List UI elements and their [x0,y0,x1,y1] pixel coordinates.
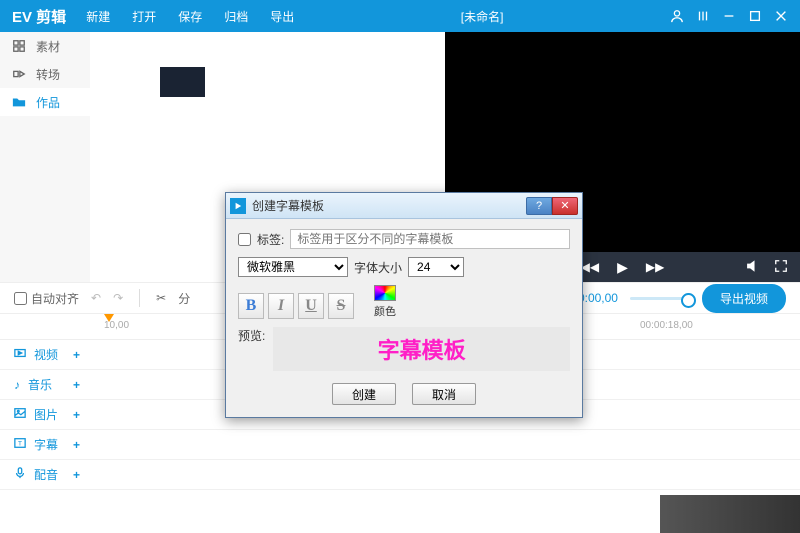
auto-align-label: 自动对齐 [31,290,79,307]
track-header[interactable]: 图片 + [0,406,90,423]
sidebar-item-label: 转场 [36,66,60,83]
grid-icon [12,39,26,53]
mic-icon [14,467,26,482]
track-header[interactable]: ♪ 音乐 + [0,376,90,393]
dialog-help-icon[interactable]: ? [526,197,552,215]
auto-align-input[interactable] [14,292,27,305]
track-header[interactable]: 配音 + [0,466,90,483]
transition-icon [12,67,26,81]
close-icon[interactable] [774,9,788,23]
divider [139,289,140,307]
preview-text: 字幕模板 [378,333,466,365]
track-subtitle: T 字幕 + [0,430,800,460]
sidebar: 素材 转场 作品 [0,32,90,282]
create-subtitle-template-dialog: 创建字幕模板 ? ✕ 标签: 微软雅黑 字体大小 24 B I U S [225,192,583,418]
redo-icon[interactable]: ↷ [113,291,123,305]
add-track-icon[interactable]: + [73,408,80,422]
underline-button[interactable]: U [298,293,324,319]
ruler-tick: 00:00:18,00 [640,320,693,331]
folder-icon [12,95,26,109]
image-icon [14,407,26,422]
sidebar-item-label: 素材 [36,38,60,55]
dialog-titlebar[interactable]: 创建字幕模板 ? ✕ [226,193,582,219]
play-icon [230,198,246,214]
tag-input[interactable] [290,229,570,249]
add-track-icon[interactable]: + [73,378,80,392]
font-select[interactable]: 微软雅黑 [238,257,348,277]
user-icon[interactable] [670,9,684,23]
color-label: 颜色 [374,303,396,319]
sidebar-item-transition[interactable]: 转场 [0,60,90,88]
dialog-body: 标签: 微软雅黑 字体大小 24 B I U S 颜色 预览: 字幕模板 [226,219,582,417]
add-track-icon[interactable]: + [73,438,80,452]
strikethrough-button[interactable]: S [328,293,354,319]
maximize-icon[interactable] [748,9,762,23]
create-button[interactable]: 创建 [332,383,396,405]
cancel-button[interactable]: 取消 [412,383,476,405]
track-label: 图片 [34,406,58,423]
track-label: 配音 [34,466,58,483]
track-voiceover: 配音 + [0,460,800,490]
app-title: EV 剪辑 [12,6,66,27]
document-name: [未命名] [294,8,670,25]
export-video-button[interactable]: 导出视频 [702,284,786,313]
forward-icon[interactable]: ▶▶ [646,260,664,274]
music-icon: ♪ [14,378,20,392]
track-header[interactable]: 视频 + [0,346,90,363]
bold-button[interactable]: B [238,293,264,319]
track-label: 字幕 [34,436,58,453]
menu-archive[interactable]: 归档 [224,8,248,25]
video-icon [14,347,26,362]
tag-label: 标签: [257,231,284,248]
playhead[interactable] [104,314,114,324]
volume-icon[interactable] [746,259,760,276]
play-icon[interactable]: ▶ [617,259,628,276]
color-picker[interactable] [374,285,396,301]
font-size-select[interactable]: 24 [408,257,464,277]
add-track-icon[interactable]: + [73,348,80,362]
menu-save[interactable]: 保存 [178,8,202,25]
text-icon: T [14,437,26,452]
track-label: 音乐 [28,376,52,393]
add-track-icon[interactable]: + [73,468,80,482]
track-body[interactable] [90,460,800,489]
settings-icon[interactable] [696,9,710,23]
cut-icon[interactable]: ✂ [156,291,166,305]
rewind-icon[interactable]: ◀◀ [581,260,599,274]
track-header[interactable]: T 字幕 + [0,436,90,453]
footer-gradient [660,495,800,533]
sidebar-item-material[interactable]: 素材 [0,32,90,60]
sidebar-item-label: 作品 [36,94,60,111]
tag-checkbox[interactable] [238,233,251,246]
subtitle-preview: 字幕模板 [273,327,570,371]
titlebar: EV 剪辑 新建 打开 保存 归档 导出 [未命名] [0,0,800,32]
main-menu: 新建 打开 保存 归档 导出 [86,8,294,25]
svg-text:T: T [18,441,23,448]
track-label: 视频 [34,346,58,363]
zoom-slider[interactable] [630,297,690,300]
track-body[interactable] [90,430,800,459]
dialog-close-icon[interactable]: ✕ [552,197,578,215]
split-label[interactable]: 分 [178,290,190,307]
undo-icon[interactable]: ↶ [91,291,101,305]
minimize-icon[interactable] [722,9,736,23]
clip-thumbnail[interactable] [160,67,205,97]
sidebar-item-works[interactable]: 作品 [0,88,90,116]
window-controls [670,9,788,23]
fullscreen-icon[interactable] [774,259,788,276]
menu-open[interactable]: 打开 [132,8,156,25]
italic-button[interactable]: I [268,293,294,319]
menu-export[interactable]: 导出 [270,8,294,25]
menu-new[interactable]: 新建 [86,8,110,25]
font-size-label: 字体大小 [354,259,402,276]
preview-label: 预览: [238,327,265,371]
auto-align-checkbox[interactable]: 自动对齐 [14,290,79,307]
dialog-title: 创建字幕模板 [252,197,324,214]
